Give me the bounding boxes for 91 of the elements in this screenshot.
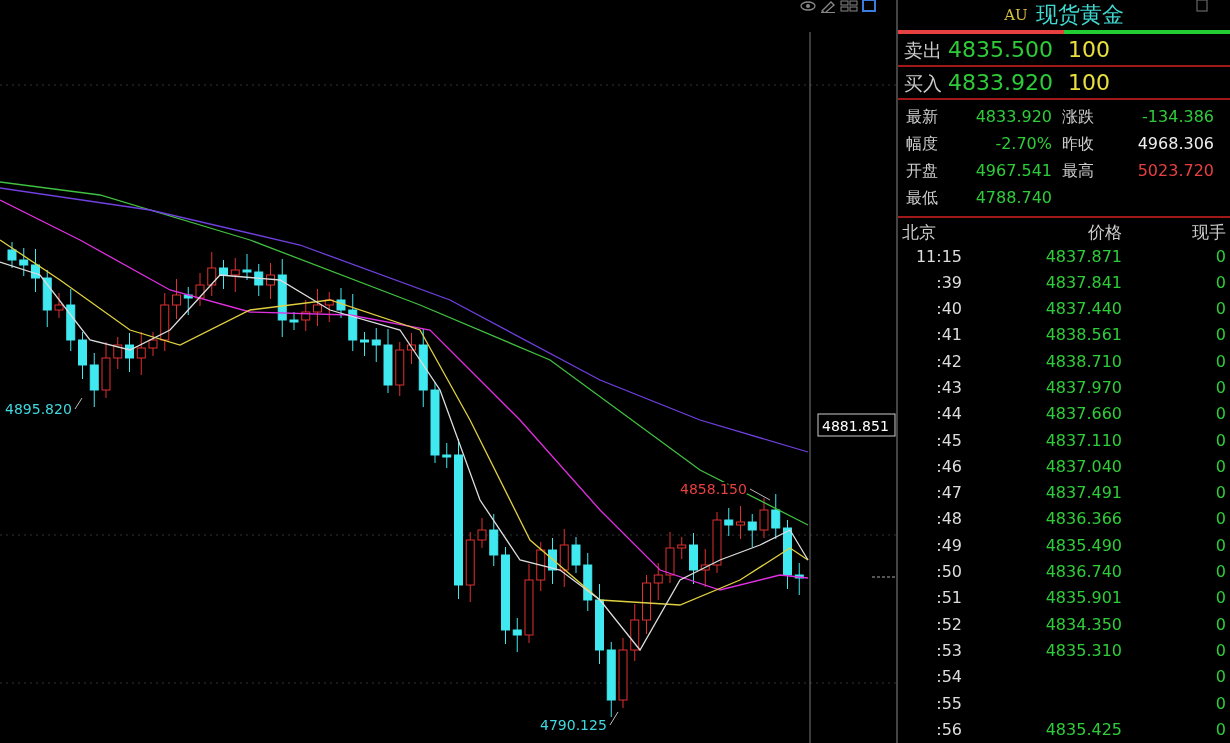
price-cell-text: 4837.040 bbox=[1044, 455, 1122, 478]
volume-cell-text: 0 bbox=[1214, 377, 1226, 399]
symbol-code: AU bbox=[1004, 7, 1028, 23]
stat-value: -2.70% bbox=[994, 133, 1053, 156]
price-cell-text: 4835.425 bbox=[1044, 718, 1122, 741]
volume-cell-text: 0 bbox=[1214, 639, 1226, 662]
time-cell-text: :40 bbox=[935, 298, 962, 321]
time-cell-text: :39 bbox=[935, 271, 962, 294]
column-header: 北京 bbox=[902, 221, 937, 245]
volume-cell-text: 0 bbox=[1214, 613, 1226, 636]
time-cell-text: :41 bbox=[935, 324, 962, 347]
stat-label: 幅度 bbox=[906, 133, 939, 156]
price-cell-text: 4837.841 bbox=[1044, 271, 1122, 294]
volume-cell-text: 0 bbox=[1214, 482, 1226, 505]
stat-label: 开盘 bbox=[906, 160, 939, 183]
stat-value: 4967.541 bbox=[974, 160, 1053, 183]
price-cell-text: 4838.710 bbox=[1044, 350, 1122, 373]
volume-cell-text: 0 bbox=[1214, 508, 1226, 531]
time-cell-text: :44 bbox=[935, 403, 962, 426]
order-volume: 100 bbox=[1068, 69, 1110, 98]
price-cell-text: 4838.561 bbox=[1044, 324, 1122, 347]
time-cell-text: :51 bbox=[935, 587, 962, 610]
window-icon[interactable] bbox=[1196, 0, 1208, 12]
time-cell-text: :55 bbox=[935, 692, 962, 715]
price-cell-text: 4835.310 bbox=[1044, 639, 1122, 662]
stat-value: -134.386 bbox=[1141, 106, 1215, 129]
time-cell-text: :42 bbox=[935, 350, 962, 373]
time-cell-text: :52 bbox=[935, 613, 962, 636]
price-cell-text: 4837.660 bbox=[1044, 403, 1122, 426]
order-label: 卖出 bbox=[903, 37, 943, 63]
time-cell-text: :54 bbox=[935, 666, 962, 689]
price-cell-text: 4837.110 bbox=[1044, 429, 1122, 452]
price-cell-text: 4835.901 bbox=[1044, 587, 1122, 610]
volume-cell-text: 0 bbox=[1214, 271, 1226, 294]
volume-cell-text: 0 bbox=[1214, 403, 1226, 426]
price-annotation: 4895.820 bbox=[5, 401, 72, 417]
stat-label: 昨收 bbox=[1062, 133, 1095, 156]
time-cell-text: :47 bbox=[935, 482, 962, 505]
stat-value: 4968.306 bbox=[1136, 133, 1215, 156]
leader-line bbox=[749, 488, 771, 501]
volume-cell-text: 0 bbox=[1214, 718, 1226, 741]
pencil-icon[interactable] bbox=[820, 0, 836, 13]
price-cell-text: 4837.871 bbox=[1044, 245, 1122, 268]
price-cell-text: 4836.366 bbox=[1044, 508, 1122, 531]
volume-cell-text: 0 bbox=[1214, 666, 1226, 689]
price-tag: 4881.851 bbox=[817, 413, 896, 437]
instrument-name: 现货黄金 bbox=[1035, 2, 1124, 29]
volume-cell-text: 0 bbox=[1214, 587, 1226, 610]
price-marker bbox=[871, 576, 896, 578]
volume-cell-text: 0 bbox=[1214, 561, 1226, 584]
time-cell-text: :43 bbox=[935, 377, 962, 399]
order-price: 4835.500 bbox=[948, 36, 1054, 65]
volume-cell-text: 0 bbox=[1214, 324, 1226, 347]
stat-value: 5023.720 bbox=[1136, 160, 1215, 183]
volume-cell-text: 0 bbox=[1214, 245, 1226, 268]
order-volume: 100 bbox=[1068, 36, 1110, 65]
column-header: 价格 bbox=[1087, 221, 1122, 245]
time-cell-text: :46 bbox=[935, 455, 962, 478]
stat-label: 最新 bbox=[906, 106, 939, 129]
volume-cell-text: 0 bbox=[1214, 429, 1226, 452]
price-annotation: 4790.125 bbox=[540, 717, 607, 733]
leader-line bbox=[609, 711, 619, 726]
price-cell-text: 4837.491 bbox=[1044, 482, 1122, 505]
time-cell-text: :49 bbox=[935, 534, 962, 557]
time-cell-text: :53 bbox=[935, 639, 962, 662]
stat-value: 4788.740 bbox=[974, 187, 1053, 210]
volume-cell-text: 0 bbox=[1214, 350, 1226, 373]
column-header: 现手 bbox=[1191, 221, 1226, 245]
stat-label: 涨跌 bbox=[1062, 106, 1095, 129]
eye-icon[interactable] bbox=[800, 0, 816, 12]
stat-value: 4833.920 bbox=[974, 106, 1053, 129]
volume-cell-text: 0 bbox=[1214, 534, 1226, 557]
price-cell-text: 4837.440 bbox=[1044, 298, 1122, 321]
leader-line bbox=[74, 397, 83, 410]
price-cell-text: 4834.350 bbox=[1044, 613, 1122, 636]
time-cell-text: 11:15 bbox=[914, 245, 962, 268]
time-cell-text: :56 bbox=[935, 718, 962, 741]
volume-cell-text: 0 bbox=[1214, 455, 1226, 478]
time-cell-text: :50 bbox=[935, 561, 962, 584]
grid-icon[interactable] bbox=[840, 0, 858, 12]
price-cell-text: 4835.490 bbox=[1044, 534, 1122, 557]
volume-cell-text: 0 bbox=[1214, 692, 1226, 715]
volume-cell-text: 0 bbox=[1214, 298, 1226, 321]
stat-label: 最高 bbox=[1062, 160, 1095, 183]
order-price: 4833.920 bbox=[948, 69, 1054, 98]
time-cell-text: :45 bbox=[935, 429, 962, 452]
stat-label: 最低 bbox=[906, 187, 939, 210]
price-cell-text: 4836.740 bbox=[1044, 561, 1122, 584]
price-cell-text: 4837.970 bbox=[1044, 377, 1122, 399]
time-cell-text: :48 bbox=[935, 508, 962, 531]
order-label: 买入 bbox=[903, 70, 943, 96]
